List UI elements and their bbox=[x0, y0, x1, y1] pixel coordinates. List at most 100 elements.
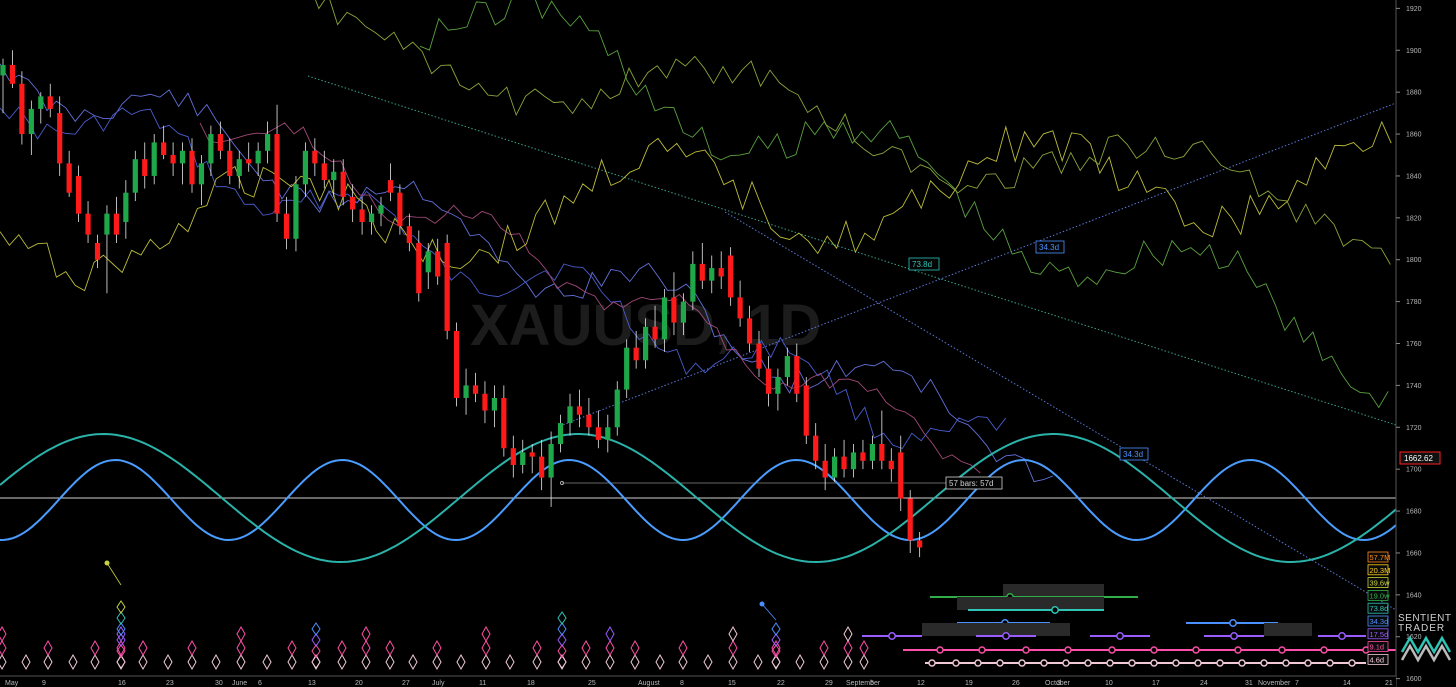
y-tick-label: 1880 bbox=[1406, 90, 1422, 97]
candle-body bbox=[94, 242, 101, 260]
y-tick-label: 1720 bbox=[1406, 425, 1422, 432]
candle-body bbox=[709, 268, 715, 281]
candle-body bbox=[463, 385, 469, 398]
candle-body bbox=[595, 427, 601, 440]
phase-dot bbox=[759, 601, 765, 607]
x-tick-label: 5 bbox=[870, 680, 874, 687]
cycle-label-text: 57 bars: 57d bbox=[949, 479, 993, 488]
candle-body bbox=[690, 263, 696, 302]
y-tick-label: 1680 bbox=[1406, 509, 1422, 516]
x-tick-label: 26 bbox=[1012, 680, 1020, 687]
x-tick-label: 8 bbox=[680, 680, 684, 687]
candle-body bbox=[265, 134, 271, 151]
phase-dot bbox=[104, 560, 110, 566]
phase-bar-dot bbox=[928, 659, 936, 667]
cycle-legend-label: 20.3M bbox=[1370, 566, 1391, 575]
candle-body bbox=[246, 159, 252, 164]
price-chart: XAUUSD, 1D 73.8d34.3d34.3d57 bars: 57d 1… bbox=[0, 0, 1456, 687]
phase-bar-dot bbox=[1230, 632, 1238, 640]
phase-bar-dot bbox=[1320, 646, 1328, 654]
candle-body bbox=[28, 108, 34, 135]
phase-bar-dot bbox=[1150, 646, 1158, 654]
cycle-legend-label: 4.6d bbox=[1370, 655, 1385, 664]
candle-body bbox=[879, 444, 885, 461]
candle-body bbox=[359, 209, 365, 223]
phase-bar-dot bbox=[1108, 646, 1116, 654]
phase-bar-dot bbox=[952, 659, 960, 667]
phase-bar-dot bbox=[936, 646, 944, 654]
candle-body bbox=[605, 427, 611, 440]
phase-shade bbox=[1264, 623, 1312, 636]
phase-shade bbox=[957, 597, 1104, 610]
y-tick-label: 1780 bbox=[1406, 299, 1422, 306]
phase-bar-dot bbox=[1282, 659, 1290, 667]
x-tick-label: 9 bbox=[42, 680, 46, 687]
x-tick-label: August bbox=[638, 680, 660, 687]
phase-shade bbox=[922, 623, 1070, 636]
x-tick-label: 10 bbox=[1105, 680, 1113, 687]
x-tick-label: 6 bbox=[258, 680, 262, 687]
y-tick-label: 1660 bbox=[1406, 550, 1422, 557]
phase-bar-dot bbox=[1040, 659, 1048, 667]
phase-bar-dot bbox=[1229, 619, 1237, 627]
phase-bar-dot bbox=[1022, 646, 1030, 654]
candle-body bbox=[832, 456, 838, 478]
candle-body bbox=[38, 96, 44, 109]
phase-bar-dot bbox=[1051, 606, 1059, 614]
x-tick-label: 25 bbox=[588, 680, 596, 687]
x-tick-label: November bbox=[1258, 680, 1291, 687]
candle-body bbox=[765, 368, 772, 394]
phase-bar-dot bbox=[1150, 659, 1158, 667]
candle-body bbox=[132, 159, 138, 193]
candle-body bbox=[567, 406, 573, 424]
candle-body bbox=[652, 326, 658, 340]
current-price-value: 1662.62 bbox=[1404, 454, 1433, 463]
phase-bar-dot bbox=[1194, 659, 1202, 667]
x-tick-label: 31 bbox=[1245, 680, 1253, 687]
candle-body bbox=[57, 113, 63, 164]
y-tick-label: 1920 bbox=[1406, 6, 1422, 13]
candle-body bbox=[737, 297, 743, 319]
candle-body bbox=[406, 226, 412, 243]
phase-bar-dot bbox=[1304, 659, 1312, 667]
x-tick-label: 7 bbox=[1295, 680, 1299, 687]
phase-bar-dot bbox=[1216, 659, 1224, 667]
candle-body bbox=[907, 498, 913, 541]
candle-body bbox=[756, 343, 762, 369]
candle-body bbox=[576, 406, 583, 415]
cycle-label-text: 73.8d bbox=[912, 260, 932, 269]
candle-body bbox=[746, 318, 753, 344]
candle-body bbox=[794, 356, 800, 394]
y-tick-label: 1760 bbox=[1406, 341, 1422, 348]
candle-body bbox=[189, 150, 195, 185]
x-tick-label: 15 bbox=[728, 680, 736, 687]
candle-body bbox=[784, 356, 790, 378]
y-tick-label: 1860 bbox=[1406, 132, 1422, 139]
current-price-tag: 1662.62 bbox=[1399, 451, 1441, 465]
candle-body bbox=[378, 205, 384, 214]
phase-bar-dot bbox=[1238, 659, 1246, 667]
x-tick-label: 21 bbox=[1385, 680, 1393, 687]
phase-bar-dot bbox=[996, 659, 1004, 667]
x-tick-label: 19 bbox=[965, 680, 973, 687]
x-tick-label: 13 bbox=[308, 680, 316, 687]
x-tick-label: 3 bbox=[1057, 680, 1061, 687]
candle-body bbox=[198, 163, 205, 185]
x-tick-label: 12 bbox=[917, 680, 925, 687]
x-tick-label: June bbox=[232, 680, 247, 687]
candle-body bbox=[113, 213, 119, 235]
cycle-legend-label: 39.6w bbox=[1370, 579, 1391, 588]
candle-body bbox=[274, 134, 280, 214]
x-tick-label: 24 bbox=[1200, 680, 1208, 687]
candle-body bbox=[671, 297, 677, 323]
candle-body bbox=[9, 64, 16, 84]
candle-body bbox=[368, 213, 375, 223]
y-tick-label: 1800 bbox=[1406, 257, 1422, 264]
candle-body bbox=[179, 150, 186, 164]
candle-body bbox=[803, 385, 809, 436]
phase-bar-dot bbox=[1326, 659, 1334, 667]
x-tick-label: 16 bbox=[118, 680, 126, 687]
candle-body bbox=[151, 142, 157, 176]
candle-body bbox=[860, 452, 866, 461]
candle-body bbox=[0, 64, 6, 76]
